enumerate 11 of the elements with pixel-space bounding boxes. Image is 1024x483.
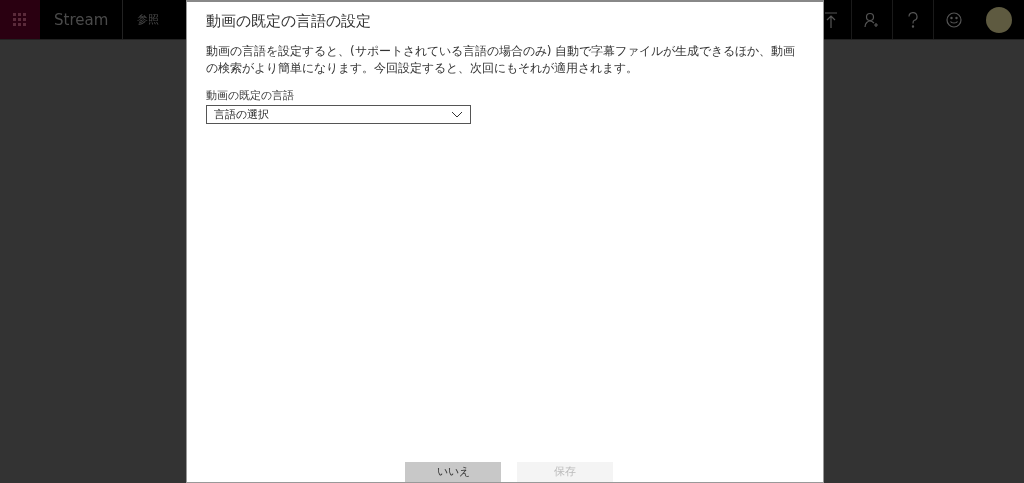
- app-launcher-button[interactable]: [0, 0, 40, 39]
- field-label: 動画の既定の言語: [206, 89, 295, 103]
- grid-icon: [13, 12, 27, 27]
- nav-link[interactable]: 参照: [123, 0, 173, 39]
- app-name[interactable]: Stream: [40, 0, 123, 39]
- dialog-title: 動画の既定の言語の設定: [206, 12, 372, 31]
- chevron-down-icon: [451, 111, 463, 118]
- avatar[interactable]: [986, 6, 1012, 33]
- language-dropdown[interactable]: 言語の選択: [206, 105, 471, 124]
- dialog-description: 動画の言語を設定すると、(サポートされている言語の場合のみ) 自動で字幕ファイルが生成できるほか、動画の検索がより簡単になります。今回設定すると、次回にもそれが適用されます。: [206, 43, 797, 77]
- no-button[interactable]: いいえ: [405, 462, 501, 482]
